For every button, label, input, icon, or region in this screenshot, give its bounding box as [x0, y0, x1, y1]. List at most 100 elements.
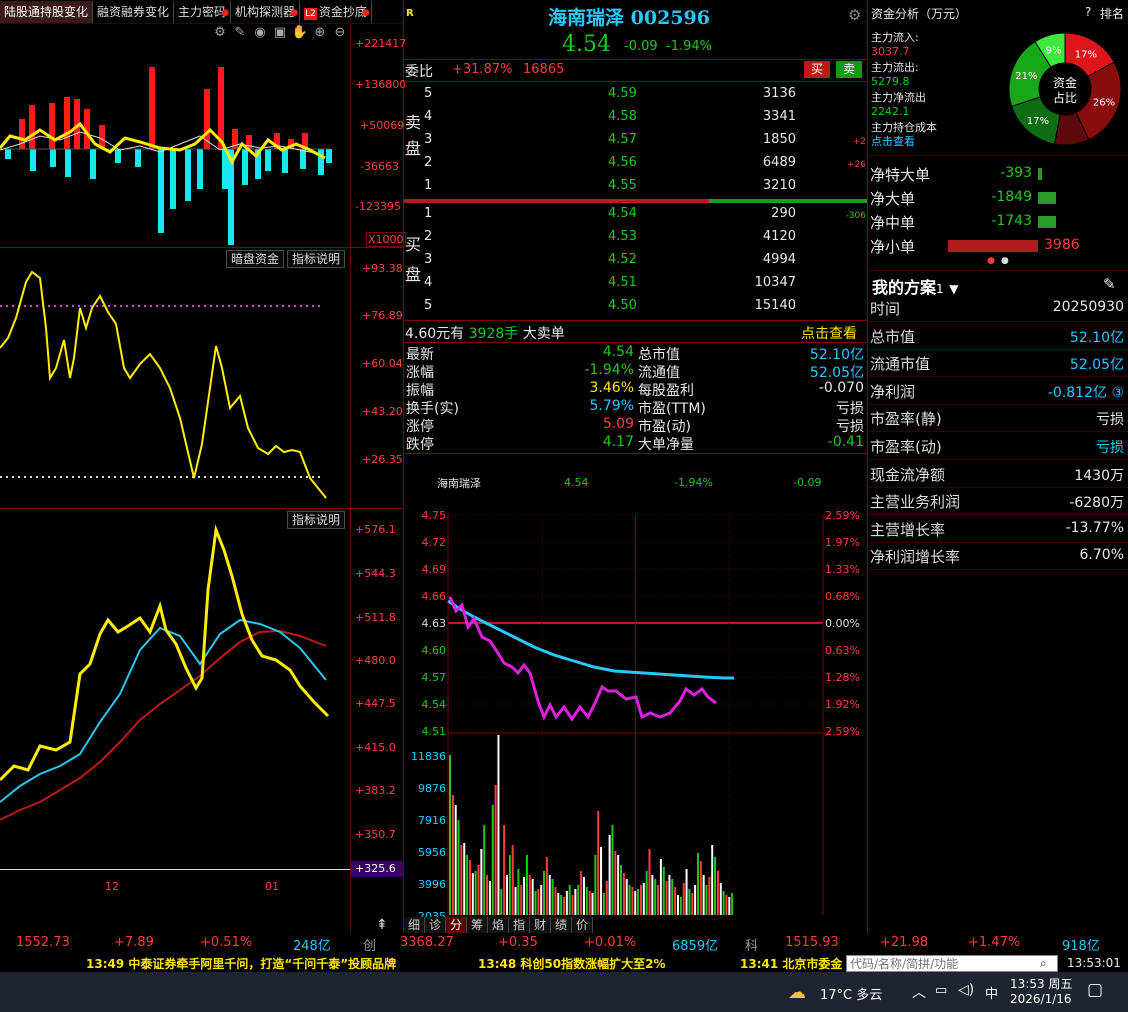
flow-bar-red — [29, 105, 35, 149]
intraday-price: 4.54 — [564, 476, 589, 489]
volume-icon[interactable]: ◁) — [958, 982, 974, 998]
news-item-1[interactable]: 13:49 中泰证券牵手阿里千问，打造“千问千泰”投顾品牌 — [86, 955, 396, 972]
tray-chevron-icon[interactable]: ︿ — [912, 982, 926, 1002]
plan-title[interactable]: 我的方案1 ▼ — [872, 274, 958, 298]
view-big-order-link[interactable]: 点击查看 — [801, 323, 857, 343]
network-icon[interactable]: ▭ — [935, 983, 947, 998]
stat-label: 换手(实) — [406, 401, 459, 417]
netflow-label: 净小单 — [870, 238, 916, 256]
flow-bar-cyan — [50, 149, 56, 167]
lock-icon[interactable]: ▣ — [270, 25, 290, 40]
netflow-value: -393 — [1000, 165, 1032, 181]
plan-label: 市盈率(静) — [870, 410, 942, 429]
ime-indicator[interactable]: 中 — [985, 983, 998, 1002]
dark-pool-button[interactable]: 暗盘资金 — [226, 250, 285, 268]
pen-icon[interactable]: ✎ — [230, 25, 250, 40]
ask-level: 3 — [424, 132, 433, 147]
weather-text[interactable]: 17°C 多云 — [820, 984, 882, 1003]
notification-icon[interactable]: ▢ — [1087, 980, 1103, 1000]
quote-stats: 最新 4.54 涨幅 -1.94% 振幅 3.46% 换手(实) 5.79% 涨停 5.09 跌停 4… — [404, 344, 867, 453]
big-order-label: 大卖单 — [522, 326, 565, 342]
weibi-pct: +31.87% — [452, 62, 513, 77]
zoom-in-icon[interactable]: ⊕ — [310, 25, 330, 40]
stat-label: 总市值 — [638, 347, 680, 363]
plan-rows: 时间 20250930 总市值 52.10亿 流通市值 52.05亿 净利润 -0.812亿 … — [0, 0, 1128, 571]
gear-icon[interactable]: ⚙ — [848, 6, 861, 24]
capital-title: 资金分析（万元） — [871, 7, 968, 21]
p3-axis-0: +576.1 — [355, 523, 396, 536]
indicator-help-button[interactable]: 指标说明 — [287, 250, 346, 268]
netflow-bar — [1038, 192, 1056, 204]
plan-value: 20250930 — [1052, 299, 1124, 315]
intraday-tab[interactable]: 价 — [572, 917, 593, 933]
p3-axis-2: +511.8 — [355, 611, 396, 624]
news-item-3[interactable]: 13:41 北京市委金 — [740, 955, 842, 972]
search-input[interactable] — [846, 955, 1058, 972]
sh-value: 1552.73 — [16, 935, 70, 950]
intraday-tab[interactable]: 指 — [509, 917, 530, 933]
intraday-tab[interactable]: 分 — [446, 917, 467, 933]
edit-icon[interactable]: ✎ — [1103, 275, 1116, 293]
ask-volume: 3210 — [762, 178, 796, 193]
bid-volume: 4994 — [762, 252, 796, 267]
netflow-label: 净大单 — [870, 190, 916, 208]
price-tick: 4.66 — [422, 590, 447, 603]
p1-axis-0: +221417 — [355, 37, 407, 50]
vol-tick: 5956 — [418, 846, 446, 859]
intraday-tab[interactable]: 焰 — [488, 917, 509, 933]
intraday-tab[interactable]: 细 — [404, 917, 425, 933]
bid-volume: 10347 — [754, 275, 796, 290]
big-order-price: 4.60元有 — [405, 326, 465, 342]
p1-axis-3: -36663 — [360, 160, 399, 173]
eye-icon[interactable]: ◉ — [250, 25, 270, 40]
flow-bar-red — [64, 97, 70, 149]
flow-bar-cyan — [318, 149, 324, 175]
tab-bottom-fishing[interactable]: L2 资金抄底 ● — [300, 0, 372, 23]
news-item-2[interactable]: 13:48 科创50指数涨幅扩大至2% — [478, 955, 665, 972]
netflow-label: 净特大单 — [870, 166, 931, 184]
xlabel-01: 01 — [265, 880, 279, 893]
settings-icon[interactable]: ⚙ — [210, 25, 230, 40]
taskbar-date[interactable]: 2026/1/16 — [1010, 992, 1072, 1006]
stat-value: -0.41 — [827, 434, 864, 450]
tab-margin[interactable]: 融资融券变化 — [93, 0, 175, 23]
rank-link[interactable]: 排名 — [1100, 5, 1124, 22]
donut-label: 21% — [1015, 71, 1037, 82]
plan-value: -0.812亿 ③ — [1047, 384, 1124, 401]
cy-label: 创 — [363, 939, 377, 954]
inflow-label: 主力流入: — [871, 31, 919, 44]
pin-icon[interactable]: ⇞ — [376, 917, 388, 933]
zoom-out-icon[interactable]: ⊖ — [330, 25, 350, 40]
tab-institution[interactable]: 机构探测器 ● — [231, 0, 301, 23]
price-tick: 4.72 — [422, 536, 447, 549]
ask-volume: 3136 — [762, 86, 796, 101]
hand-icon[interactable]: ✋ — [290, 25, 310, 40]
plan-label: 主营业务利润 — [870, 493, 961, 512]
plan-label: 总市值 — [870, 327, 916, 346]
ask-change — [826, 177, 866, 199]
page-dot-2[interactable]: ● — [1001, 256, 1009, 266]
tab-hkconnect[interactable]: 陆股通持股变化 — [0, 0, 94, 23]
stat-label: 振幅 — [406, 383, 434, 399]
plan-value: 6.70% — [1079, 547, 1124, 564]
intraday-tab[interactable]: 筹 — [467, 917, 488, 933]
cost-link[interactable]: 点击查看 — [871, 133, 915, 149]
netflow-bar — [948, 240, 1038, 252]
intraday-tab[interactable]: 诊 — [425, 917, 446, 933]
intraday-tabs: 细诊分筹焰指财绩价 — [404, 917, 593, 933]
stat-value: 4.54 — [602, 344, 634, 360]
page-dot-1[interactable]: ● — [987, 256, 995, 266]
p2-axis-2: +60.04 — [362, 357, 403, 370]
tab-main-code[interactable]: 主力密码 ● — [174, 0, 232, 23]
sell-button[interactable]: 卖 — [836, 61, 862, 78]
buy-button[interactable]: 买 — [804, 61, 830, 78]
intraday-tab[interactable]: 财 — [530, 917, 551, 933]
stat-label: 最新 — [406, 347, 434, 363]
taskbar-time[interactable]: 13:53 周五 — [1010, 975, 1072, 992]
weather-icon[interactable]: ☁ — [788, 982, 806, 1003]
search-icon[interactable]: ⌕ — [1040, 956, 1047, 971]
donut-label: 9% — [1046, 46, 1062, 57]
help-icon[interactable]: ? — [1085, 5, 1091, 19]
vol-tick: 11836 — [411, 750, 446, 763]
intraday-tab[interactable]: 绩 — [551, 917, 572, 933]
